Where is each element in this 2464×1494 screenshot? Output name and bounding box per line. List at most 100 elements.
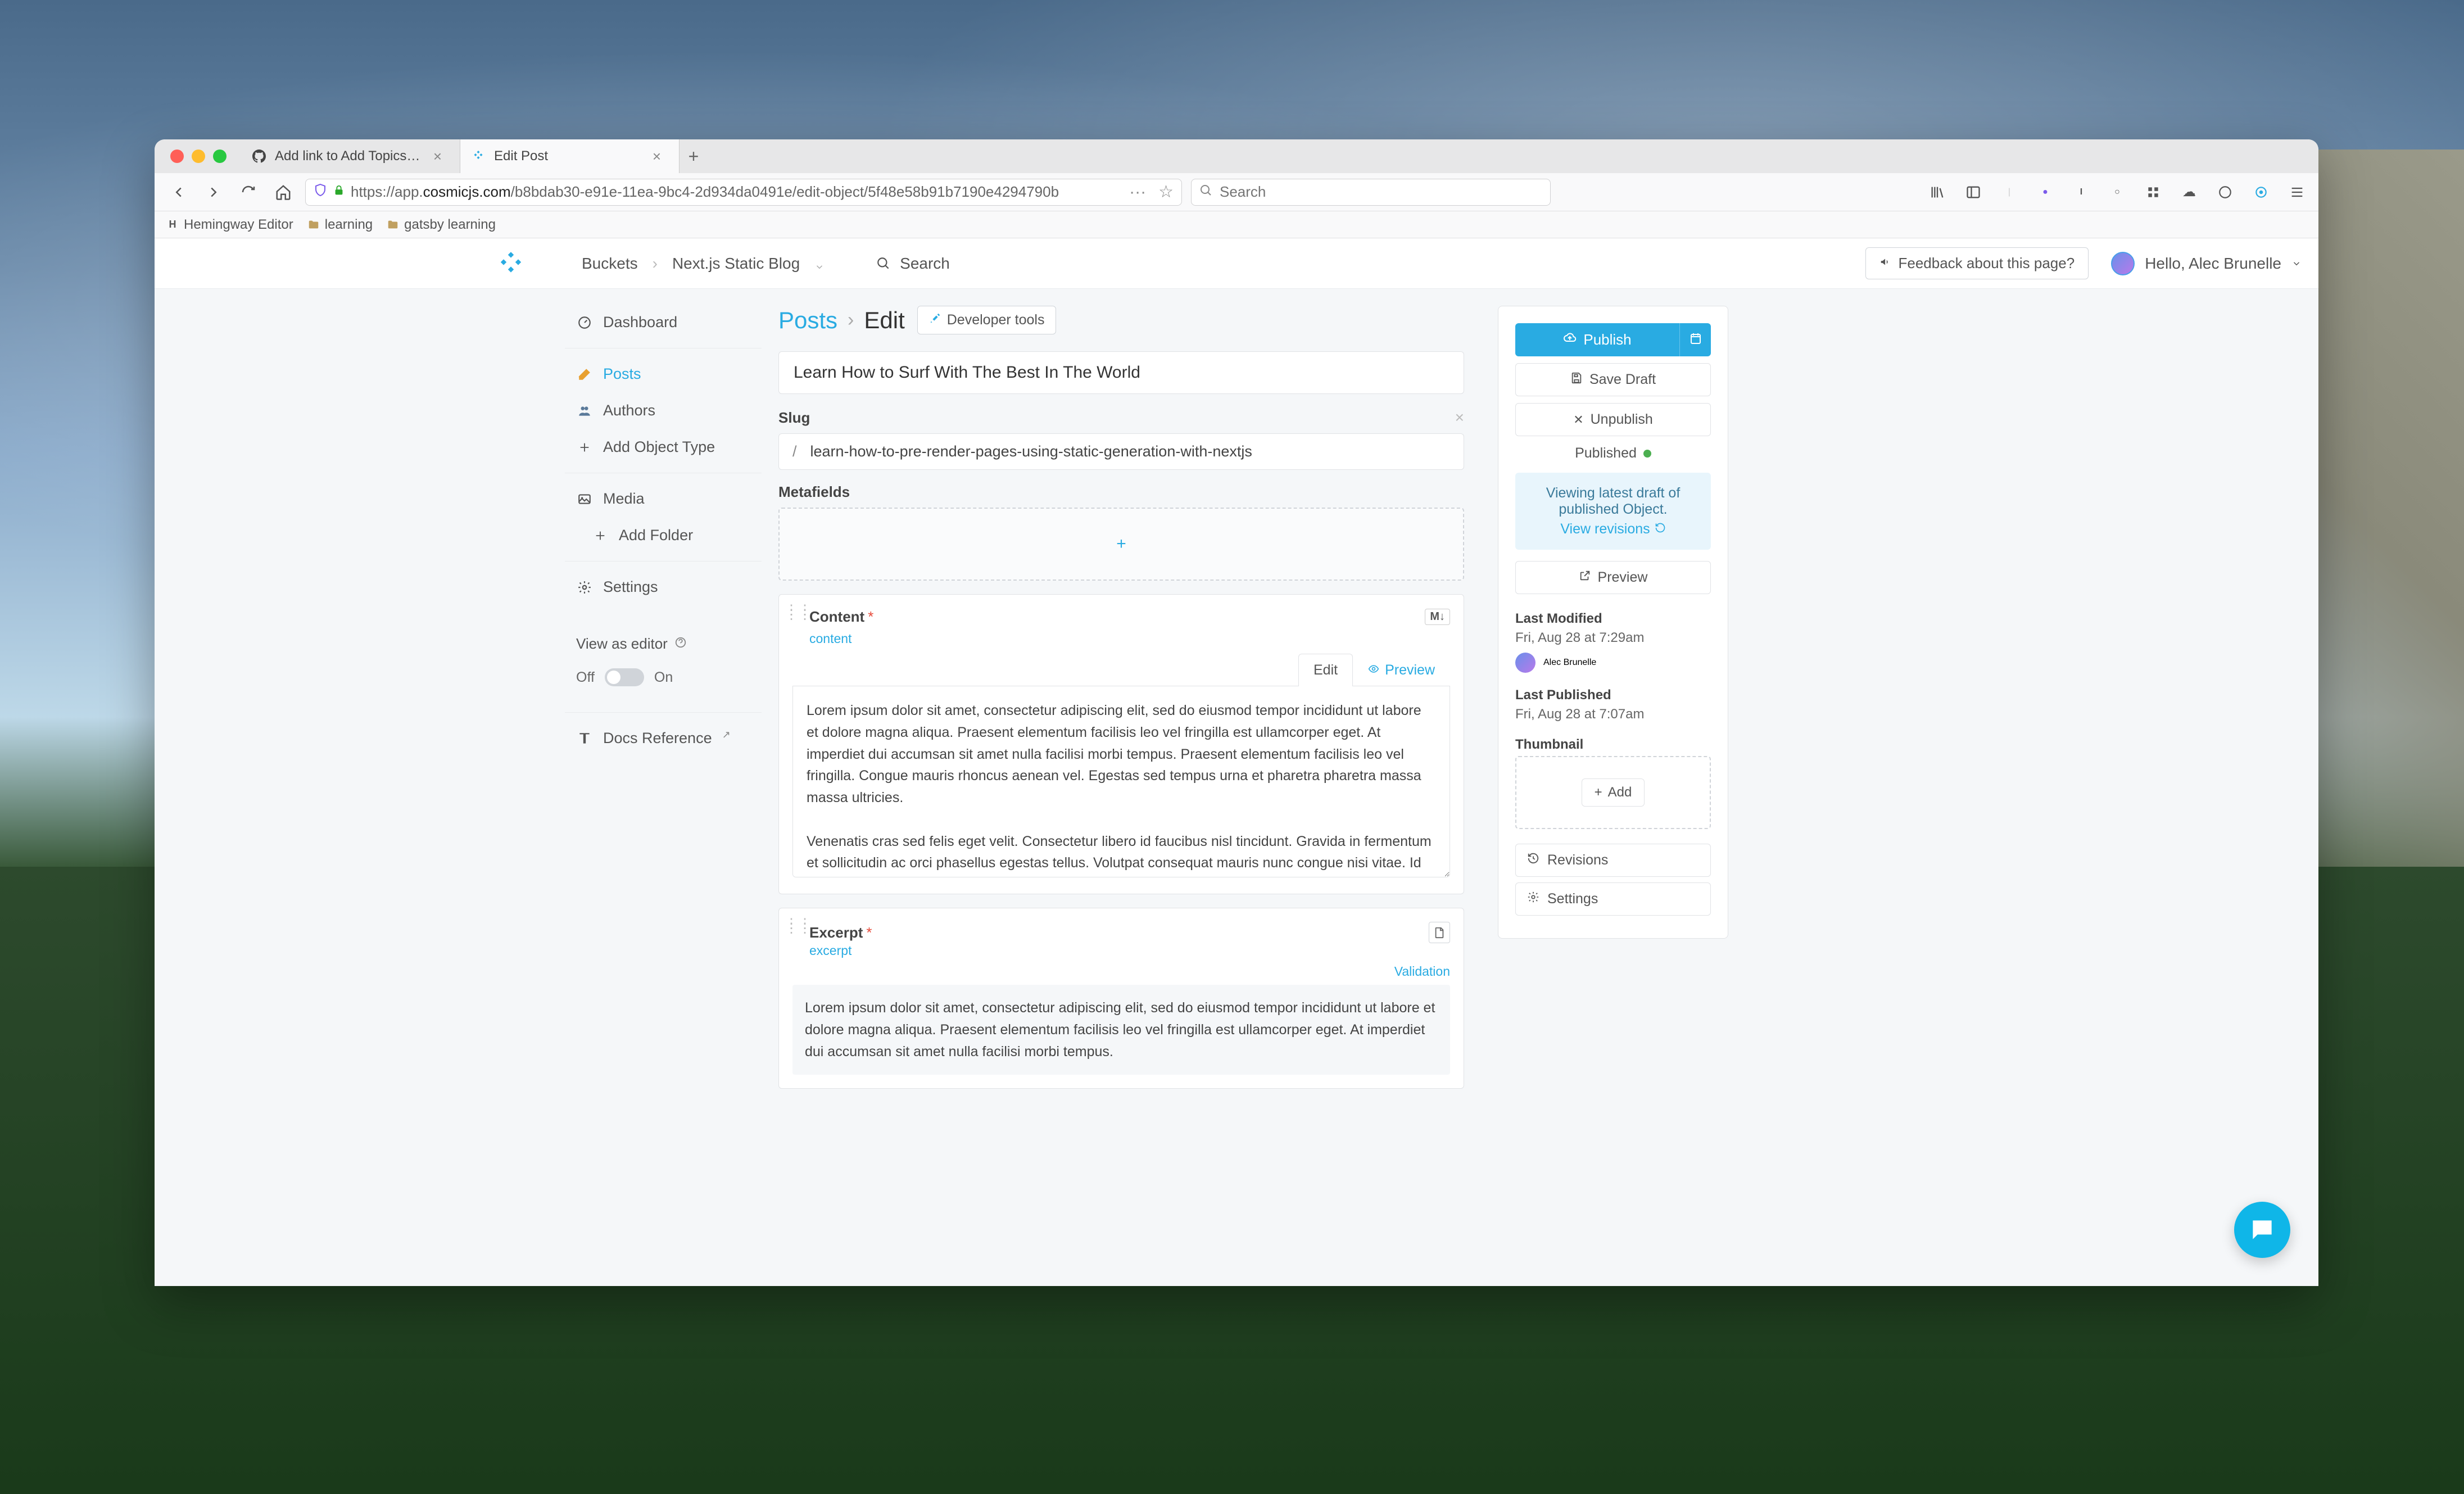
tab-close-button[interactable]: × <box>431 148 444 165</box>
close-icon[interactable]: × <box>1455 409 1464 427</box>
sidebar-item-settings[interactable]: Settings <box>565 571 762 604</box>
revisions-button[interactable]: Revisions <box>1515 844 1711 877</box>
save-draft-button[interactable]: Save Draft <box>1515 363 1711 396</box>
user-greeting: Hello, Alec Brunelle <box>2145 255 2281 273</box>
page-actions-icon[interactable]: ··· <box>1129 183 1146 202</box>
preview-tab[interactable]: Preview <box>1353 654 1450 686</box>
button-label: Preview <box>1598 569 1648 586</box>
forward-button[interactable] <box>201 179 227 205</box>
thumbnail-dropzone[interactable]: + Add <box>1515 756 1711 829</box>
preview-button[interactable]: Preview <box>1515 561 1711 594</box>
extension-icon-6[interactable] <box>2215 182 2235 202</box>
button-label: Unpublish <box>1591 411 1653 428</box>
publish-button-group: Publish <box>1515 323 1711 356</box>
new-tab-button[interactable]: + <box>680 146 708 167</box>
excerpt-body[interactable]: Lorem ipsum dolor sit amet, consectetur … <box>792 985 1450 1075</box>
sidebar-item-authors[interactable]: Authors <box>565 394 762 427</box>
sidebar-toggle-icon[interactable] <box>1963 182 1983 202</box>
tab-close-button[interactable]: × <box>650 148 663 165</box>
breadcrumb-buckets[interactable]: Buckets <box>582 255 638 273</box>
window-maximize-button[interactable] <box>213 150 227 163</box>
drag-handle-icon[interactable]: ⋮⋮⋮⋮ <box>785 922 812 931</box>
reload-button[interactable] <box>235 179 261 205</box>
slug-field: Slug × / <box>778 409 1464 470</box>
dashboard-icon <box>576 314 593 331</box>
right-sidebar: Publish Save Draft ✕ Unpublish <box>1498 306 1728 1286</box>
content-key[interactable]: content <box>792 631 1450 646</box>
meta-label: Thumbnail <box>1515 737 1711 753</box>
search-label: Search <box>900 255 950 273</box>
bookmark-hemingway[interactable]: H Hemingway Editor <box>166 217 293 233</box>
back-button[interactable] <box>166 179 192 205</box>
schedule-button[interactable] <box>1679 323 1711 356</box>
last-modified-section: Last Modified Fri, Aug 28 at 7:29am Alec… <box>1515 611 1711 673</box>
bookmark-star-icon[interactable]: ☆ <box>1158 182 1174 202</box>
help-icon[interactable] <box>674 635 687 653</box>
sidebar-label: Add Folder <box>619 527 693 544</box>
help-chat-button[interactable] <box>2234 1202 2290 1258</box>
developer-tools-button[interactable]: Developer tools <box>917 306 1057 334</box>
add-thumbnail-button[interactable]: + Add <box>1582 778 1645 807</box>
gear-icon <box>1527 891 1539 907</box>
history-icon <box>1655 521 1666 537</box>
extension-icon-1[interactable]: ● <box>2035 182 2055 202</box>
browser-tab-cosmic[interactable]: Edit Post × <box>460 139 680 173</box>
sidebar-item-docs[interactable]: Docs Reference ↗ <box>565 722 762 755</box>
library-icon[interactable] <box>1927 182 1947 202</box>
editor-toggle-row: Off On <box>576 668 750 686</box>
browser-search-input[interactable] <box>1220 183 1542 201</box>
left-sidebar: Dashboard Posts Authors Add Object Type <box>565 306 762 1286</box>
slug-input[interactable] <box>810 434 1464 469</box>
hamburger-menu-icon[interactable] <box>2287 182 2307 202</box>
sidebar-item-add-folder[interactable]: Add Folder <box>565 519 762 552</box>
extension-icon-5[interactable]: ☁ <box>2179 182 2199 202</box>
view-revisions-link[interactable]: View revisions <box>1560 521 1665 537</box>
folder-icon <box>386 218 400 232</box>
browser-search-bar[interactable] <box>1191 179 1551 206</box>
edit-tab[interactable]: Edit <box>1298 654 1353 686</box>
user-menu[interactable]: Hello, Alec Brunelle <box>2111 252 2302 275</box>
add-metafield-button[interactable]: + <box>778 508 1464 581</box>
meta-date: Fri, Aug 28 at 7:29am <box>1515 630 1711 646</box>
bookmark-learning[interactable]: learning <box>307 217 373 233</box>
unpublish-button[interactable]: ✕ Unpublish <box>1515 403 1711 436</box>
extension-icon-2[interactable]: I <box>2071 182 2091 202</box>
url-bar[interactable]: https://app.cosmicjs.com/b8bdab30-e91e-1… <box>305 179 1182 206</box>
extension-icon-4[interactable] <box>2143 182 2163 202</box>
publish-button[interactable]: Publish <box>1515 323 1679 356</box>
content-textarea[interactable] <box>792 686 1450 877</box>
window-minimize-button[interactable] <box>192 150 205 163</box>
validation-link[interactable]: Validation <box>792 964 1450 979</box>
breadcrumb-bucket-name[interactable]: Next.js Static Blog <box>672 255 800 273</box>
url-text: https://app.cosmicjs.com/b8bdab30-e91e-1… <box>351 183 1124 201</box>
sidebar-item-media[interactable]: Media <box>565 482 762 515</box>
extension-icon-3[interactable]: ○ <box>2107 182 2127 202</box>
chevron-down-icon[interactable] <box>814 258 826 269</box>
browser-nav-toolbar: https://app.cosmicjs.com/b8bdab30-e91e-1… <box>155 173 2318 211</box>
app-search[interactable]: Search <box>876 255 950 273</box>
document-icon[interactable] <box>1429 922 1450 943</box>
editor-toggle[interactable] <box>605 668 644 686</box>
sidebar-item-posts[interactable]: Posts <box>565 357 762 391</box>
post-title-input[interactable] <box>778 351 1464 394</box>
feedback-button[interactable]: Feedback about this page? <box>1865 247 2089 279</box>
button-label: Publish <box>1583 331 1631 348</box>
sidebar-item-add-object-type[interactable]: Add Object Type <box>565 431 762 464</box>
bookmark-label: Hemingway Editor <box>184 217 293 233</box>
sidebar-label: Settings <box>603 578 658 596</box>
excerpt-key[interactable]: excerpt <box>792 943 1450 958</box>
sidebar-label: Dashboard <box>603 314 677 331</box>
plus-icon <box>592 527 609 544</box>
browser-tab-github[interactable]: Add link to Add Topics button s × <box>241 139 460 173</box>
bookmark-gatsby[interactable]: gatsby learning <box>386 217 496 233</box>
tab-strip: Add link to Add Topics button s × Edit P… <box>241 139 708 173</box>
sidebar-item-dashboard[interactable]: Dashboard <box>565 306 762 339</box>
extension-icon-7[interactable] <box>2251 182 2271 202</box>
home-button[interactable] <box>270 179 296 205</box>
drag-handle-icon[interactable]: ⋮⋮⋮⋮ <box>785 608 812 617</box>
window-close-button[interactable] <box>170 150 184 163</box>
settings-button[interactable]: Settings <box>1515 882 1711 916</box>
markdown-badge: M↓ <box>1425 609 1450 625</box>
breadcrumb-posts[interactable]: Posts <box>778 307 837 334</box>
cosmic-logo-icon[interactable] <box>496 249 526 278</box>
